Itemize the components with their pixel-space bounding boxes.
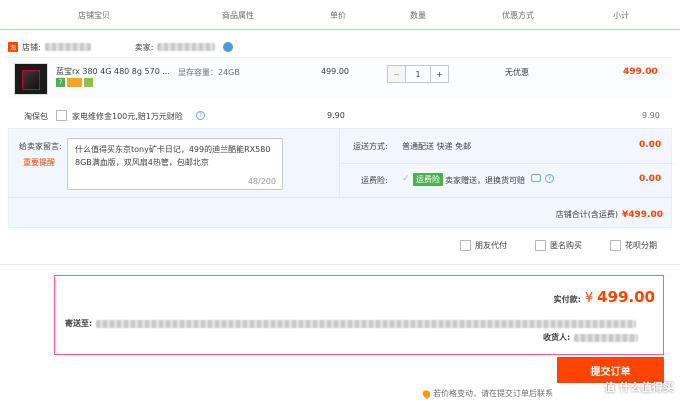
col-header-item: 店铺宝贝 bbox=[78, 11, 110, 20]
huabei-checkbox[interactable] bbox=[610, 240, 621, 251]
chat-icon[interactable] bbox=[223, 42, 234, 52]
shop-label: 店铺: bbox=[22, 42, 41, 52]
divider bbox=[339, 163, 673, 164]
location-pin-icon bbox=[421, 388, 432, 399]
amount-due: 实付款: ¥ 499.00 bbox=[554, 288, 655, 306]
order-summary-box: 实付款: ¥ 499.00 寄送至: 收货人: bbox=[54, 275, 664, 355]
credit-card-icon bbox=[67, 78, 82, 87]
payment-options: 朋友代付 匿名购买 花呗分期 bbox=[460, 240, 657, 251]
smzdm-watermark: 值 什么值得买 bbox=[556, 370, 674, 404]
price-change-notice: 若价格变动，请在提交订单后联系 bbox=[421, 388, 553, 399]
qty-increase-button[interactable]: + bbox=[430, 66, 448, 82]
shipping-label: 运送方式: bbox=[353, 142, 388, 151]
shipping-method[interactable]: 普通配送 快递 免邮 bbox=[402, 141, 471, 152]
anonymous-buy-option[interactable]: 匿名购买 bbox=[535, 240, 582, 251]
ship-to-label: 寄送至: bbox=[65, 319, 93, 328]
order-extras-panel: 给卖家留言: 重要提醒 什么值得买东京tony矿卡日记，499的迪兰酷能RX58… bbox=[8, 128, 673, 228]
insurance-price: 9.90 bbox=[327, 111, 345, 120]
message-textarea[interactable]: 什么值得买东京tony矿卡日记，499的迪兰酷能RX580 8GB满血版，双风扇… bbox=[67, 138, 283, 190]
anonymous-buy-label: 匿名购买 bbox=[550, 241, 582, 250]
discount-method: 无优惠 bbox=[505, 68, 529, 77]
anonymous-buy-checkbox[interactable] bbox=[535, 240, 546, 251]
currency-symbol: ¥ bbox=[584, 291, 594, 306]
table-header: 店铺宝贝 商品属性 单价 数量 优惠方式 小计 bbox=[0, 0, 680, 30]
watermark-text: 值 什么值得买 bbox=[604, 381, 674, 394]
amount-due-label: 实付款: bbox=[553, 295, 581, 304]
leaf-icon bbox=[84, 78, 93, 87]
seller-name-blurred[interactable] bbox=[157, 43, 216, 51]
insurance-option: 家电维修金100元,赔1万元财险 bbox=[72, 112, 183, 121]
ship-to-address-blurred bbox=[96, 319, 637, 328]
divider bbox=[0, 264, 680, 265]
seven-day-return-icon: 7 bbox=[56, 78, 65, 87]
unit-price: 499.00 bbox=[321, 67, 349, 76]
help-icon[interactable]: ? bbox=[196, 111, 205, 120]
qty-input[interactable]: 1 bbox=[406, 66, 430, 82]
message-label: 给卖家留言: bbox=[19, 142, 62, 151]
huabei-option[interactable]: 花呗分期 bbox=[610, 240, 657, 251]
shop-total: 店铺合计(含运费) ¥499.00 bbox=[556, 209, 663, 220]
product-title-link[interactable]: 蓝宝rx 380 4G 480 8g 570 ... bbox=[56, 66, 170, 77]
receiver-name-blurred bbox=[574, 333, 639, 342]
shop-total-value: ¥499.00 bbox=[622, 209, 663, 220]
divider bbox=[9, 197, 671, 198]
help-icon[interactable]: ? bbox=[545, 174, 554, 183]
amount-due-value: 499.00 bbox=[597, 288, 655, 306]
insurance-label: 淘保包 bbox=[24, 112, 48, 121]
col-header-price: 单价 bbox=[330, 11, 346, 20]
friend-pay-label: 朋友代付 bbox=[475, 241, 507, 250]
col-header-qty: 数量 bbox=[410, 11, 426, 20]
insurance-checkbox[interactable] bbox=[56, 110, 67, 121]
notice-text: 若价格变动，请在提交订单后联系 bbox=[433, 389, 553, 398]
product-thumbnail[interactable] bbox=[14, 63, 48, 95]
col-header-discount: 优惠方式 bbox=[502, 11, 534, 20]
insurance-subtotal: 9.90 bbox=[642, 111, 660, 120]
freight-insurance-desc: 卖家赠送，退换货可赔 bbox=[445, 176, 525, 185]
quantity-stepper[interactable]: − 1 + bbox=[387, 65, 449, 83]
product-attr: 显存容量：24GB bbox=[178, 68, 240, 77]
message-char-count: 48/200 bbox=[247, 177, 276, 186]
freight-insurance-fee: 0.00 bbox=[639, 174, 662, 184]
shop-name-blurred[interactable] bbox=[44, 43, 91, 51]
receiver-row: 收货人: bbox=[543, 332, 639, 343]
friend-pay-checkbox[interactable] bbox=[460, 240, 471, 251]
shipping-fee: 0.00 bbox=[639, 140, 662, 150]
item-subtotal: 499.00 bbox=[623, 67, 658, 77]
shop-total-label: 店铺合计(含运费) bbox=[555, 210, 618, 219]
insurance-row: 淘保包 家电维修金100元,赔1万元财险 ? 9.90 9.90 bbox=[8, 106, 672, 126]
message-text: 什么值得买东京tony矿卡日记，499的迪兰酷能RX580 8GB满血版，双风扇… bbox=[75, 145, 271, 167]
receiver-label: 收货人: bbox=[543, 333, 571, 342]
friend-pay-option[interactable]: 朋友代付 bbox=[460, 240, 507, 251]
message-bubble-icon[interactable] bbox=[531, 174, 541, 182]
important-reminder-link[interactable]: 重要提醒 bbox=[23, 157, 55, 168]
shop-row: 淘 店铺: 卖家: bbox=[8, 40, 234, 54]
ship-to-row: 寄送至: bbox=[65, 318, 637, 329]
col-header-subtotal: 小计 bbox=[613, 11, 629, 20]
freight-insurance-label: 运费险: bbox=[361, 176, 388, 185]
shop-icon: 淘 bbox=[8, 42, 18, 52]
col-header-attr: 商品属性 bbox=[222, 11, 254, 20]
item-row: 蓝宝rx 380 4G 480 8g 570 ... 7 显存容量：24GB 4… bbox=[8, 57, 672, 99]
qty-decrease-button[interactable]: − bbox=[388, 66, 406, 82]
checkmark-icon: ✓ bbox=[402, 174, 410, 184]
service-badges: 7 bbox=[56, 78, 93, 87]
huabei-label: 花呗分期 bbox=[625, 241, 657, 250]
freight-insurance-tag: 运费险 bbox=[413, 173, 443, 186]
seller-label: 卖家: bbox=[134, 42, 154, 52]
